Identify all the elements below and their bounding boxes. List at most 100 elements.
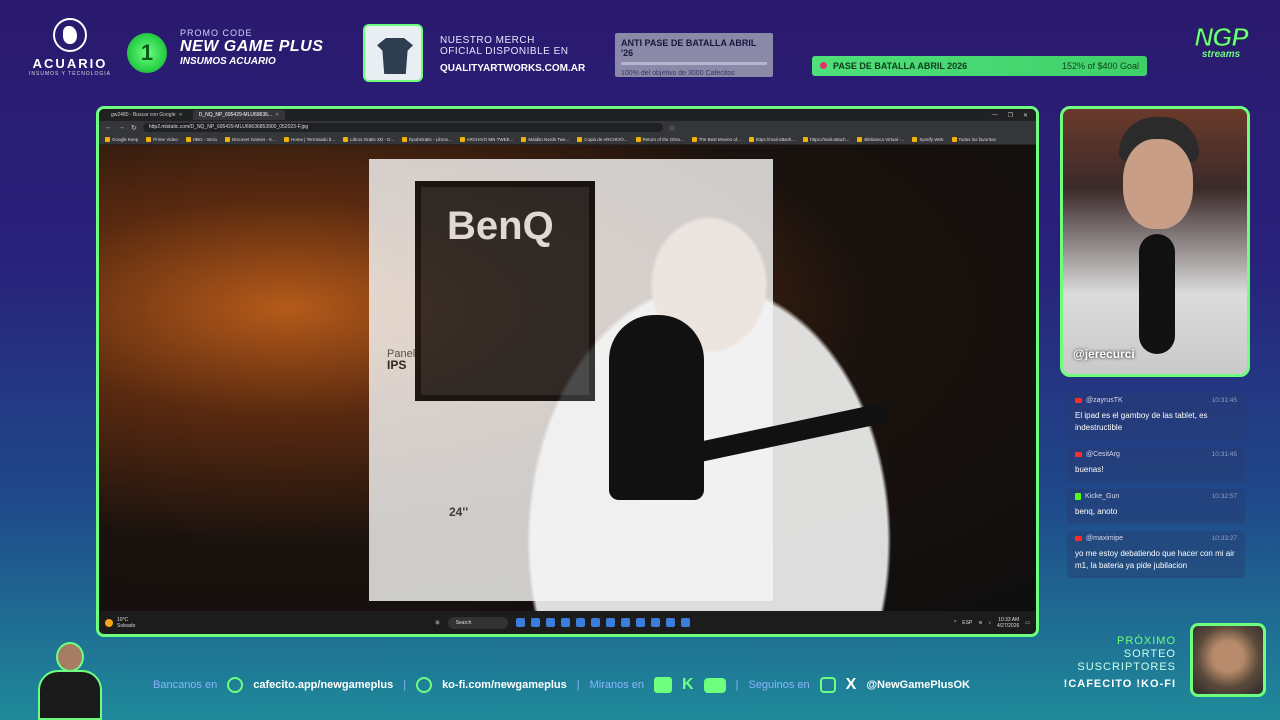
app-icon[interactable] bbox=[650, 618, 660, 627]
clock[interactable]: 10:33 AM 4/27/2026 bbox=[997, 617, 1019, 629]
app-icon[interactable] bbox=[545, 618, 555, 627]
seguinos-label: Seguinos en bbox=[748, 679, 810, 691]
close-icon[interactable]: ✕ bbox=[275, 112, 279, 118]
bancanos-label: Bancanos en bbox=[153, 679, 218, 691]
x-icon[interactable]: X bbox=[846, 676, 857, 694]
app-icon[interactable] bbox=[530, 618, 540, 627]
reload-icon[interactable]: ↻ bbox=[131, 124, 137, 132]
bookmark-favicon-icon bbox=[343, 136, 349, 142]
promo-label: PROMO CODE bbox=[180, 28, 253, 38]
bookmark-item[interactable]: Return of the Obra... bbox=[635, 136, 684, 142]
panel-spec: Panel IPS bbox=[387, 349, 415, 372]
chat-text: yo me estoy debatiendo que hacer con mi … bbox=[1075, 549, 1235, 570]
merch-line2: OFICIAL DISPONIBLE EN bbox=[440, 46, 569, 57]
giveaway-line3: SUSCRIPTORES bbox=[1077, 661, 1176, 673]
weather-desc: Soleado bbox=[117, 622, 136, 629]
bookmark-item[interactable]: Biblioteca Virtual -... bbox=[857, 136, 904, 142]
folder-icon bbox=[951, 136, 957, 142]
cafecito-link[interactable]: cafecito.app/newgameplus bbox=[253, 679, 393, 691]
acuario-logo-icon bbox=[53, 18, 87, 52]
chat-user: @zayrusTK bbox=[1086, 397, 1123, 404]
bookmark-item[interactable]: Copia de ARCHIVO... bbox=[577, 136, 628, 142]
bookmark-item[interactable]: Spotify Web bbox=[912, 136, 944, 142]
promo-sub: INSUMOS ACUARIO bbox=[180, 56, 276, 67]
bookmark-item[interactable]: Libros Gratis XD - D... bbox=[343, 136, 394, 142]
app-icon[interactable] bbox=[560, 618, 570, 627]
separator: | bbox=[576, 679, 580, 691]
notification-icon[interactable]: ▭ bbox=[1025, 620, 1030, 626]
bookmark-item[interactable]: https://mail-attach... bbox=[748, 136, 795, 142]
app-icon[interactable] bbox=[605, 618, 615, 627]
address-bar[interactable]: http2.mlstatic.com/D_NQ_NP_695429-MLU696… bbox=[142, 123, 663, 132]
star-icon[interactable]: ☆ bbox=[669, 124, 675, 132]
chat-message: Kicke_Gun 10:32:57 benq, anoto bbox=[1067, 489, 1245, 524]
separator: | bbox=[735, 679, 739, 691]
webcam-microphone bbox=[1139, 234, 1175, 354]
maximize-icon[interactable]: ❐ bbox=[1008, 112, 1013, 119]
anti-goal-widget: ANTI PASE DE BATALLA ABRIL '26 100% del … bbox=[615, 33, 773, 77]
app-icon[interactable] bbox=[635, 618, 645, 627]
chat-message: @CesitArg 10:31:45 buenas! bbox=[1067, 447, 1245, 482]
close-window-icon[interactable]: ✕ bbox=[1023, 112, 1028, 119]
close-icon[interactable]: ✕ bbox=[178, 112, 182, 118]
language-indicator[interactable]: ESP bbox=[962, 620, 972, 626]
app-icon[interactable] bbox=[665, 618, 675, 627]
all-bookmarks[interactable]: Todos los favoritos bbox=[951, 136, 996, 142]
browser-toolbar: ← → ↻ http2.mlstatic.com/D_NQ_NP_695429-… bbox=[99, 121, 1036, 134]
app-icon[interactable] bbox=[575, 618, 585, 627]
bookmark-item[interactable]: HBO - Inicio bbox=[185, 136, 217, 142]
youtube-icon bbox=[1075, 398, 1082, 403]
merch-line1: NUESTRO MERCH bbox=[440, 35, 535, 46]
battle-pass-amount: 152% of $400 Goal bbox=[1061, 61, 1139, 71]
windows-start-icon[interactable]: ⊞ bbox=[435, 620, 439, 626]
app-icon[interactable] bbox=[590, 618, 600, 627]
social-handle[interactable]: @NewGamePlusOK bbox=[866, 679, 970, 691]
browser-tab-2[interactable]: D_NQ_NP_695429-MLU69636... ✕ bbox=[192, 110, 286, 120]
youtube-icon[interactable] bbox=[703, 677, 726, 693]
bookmark-favicon-icon bbox=[748, 136, 754, 142]
app-icon[interactable] bbox=[515, 618, 525, 627]
taskbar-apps bbox=[515, 618, 690, 627]
forward-icon[interactable]: → bbox=[118, 124, 125, 131]
bookmark-favicon-icon bbox=[105, 136, 110, 142]
bookmark-favicon-icon bbox=[146, 136, 152, 142]
screen-capture-frame: gw2480 - Buscar con Google ✕ D_NQ_NP_6954… bbox=[96, 106, 1039, 637]
weather-widget[interactable]: 10°C Soleado bbox=[105, 617, 135, 629]
taskbar-search[interactable]: Search bbox=[447, 616, 508, 629]
bookmark-item[interactable]: Prime Video bbox=[146, 136, 178, 142]
volume-icon[interactable]: ♪ bbox=[989, 620, 992, 626]
tshirt-icon bbox=[377, 38, 413, 74]
system-tray: ^ ESP ≋ ♪ 10:33 AM 4/27/2026 ▭ bbox=[954, 617, 1030, 629]
bookmark-item[interactable]: ARCHIVO MN TWEE... bbox=[459, 136, 513, 142]
monitor-brand: BenQ bbox=[447, 204, 554, 248]
back-icon[interactable]: ← bbox=[105, 124, 112, 131]
giveaway-line1: PRÓXIMO bbox=[1117, 635, 1176, 647]
twitch-icon[interactable] bbox=[654, 677, 673, 693]
kofi-icon bbox=[416, 677, 433, 693]
bookmark-item[interactable]: Discover Games - K... bbox=[224, 136, 276, 142]
wifi-icon[interactable]: ≋ bbox=[978, 620, 982, 626]
kick-icon[interactable]: K bbox=[682, 676, 694, 694]
minimize-icon[interactable]: — bbox=[992, 112, 998, 119]
bookmark-item[interactable]: Maldito Nerds Twe... bbox=[521, 136, 569, 142]
app-icon[interactable] bbox=[620, 618, 630, 627]
bookmark-item[interactable]: Home | Terminado b... bbox=[284, 136, 335, 142]
anti-goal-bar-fill bbox=[621, 62, 767, 65]
chat-user: @maximipe bbox=[1086, 535, 1124, 542]
separator: | bbox=[403, 679, 407, 691]
chevron-up-icon[interactable]: ^ bbox=[954, 620, 956, 626]
chat-time: 10:31:45 bbox=[1211, 451, 1237, 458]
instagram-icon[interactable] bbox=[819, 677, 836, 693]
bookmark-item[interactable]: The Best Movies of... bbox=[691, 136, 741, 142]
kofi-link[interactable]: ko-fi.com/newgameplus bbox=[442, 679, 567, 691]
browser-tab-1[interactable]: gw2480 - Buscar con Google ✕ bbox=[105, 110, 189, 120]
app-icon[interactable] bbox=[680, 618, 690, 627]
bookmark-favicon-icon bbox=[912, 136, 918, 142]
anti-goal-progress: 100% del objetivo de 3000 Cafecitos bbox=[621, 70, 735, 77]
avatar-head bbox=[56, 642, 84, 672]
bookmark-item[interactable]: https://mail-attach... bbox=[803, 136, 849, 142]
giveaway-line2: SORTEO bbox=[1123, 648, 1176, 660]
bookmark-item[interactable]: EpubGratis - Libros... bbox=[402, 136, 452, 142]
cafecito-icon bbox=[227, 677, 244, 693]
bookmark-item[interactable]: Google Keep bbox=[105, 136, 138, 142]
